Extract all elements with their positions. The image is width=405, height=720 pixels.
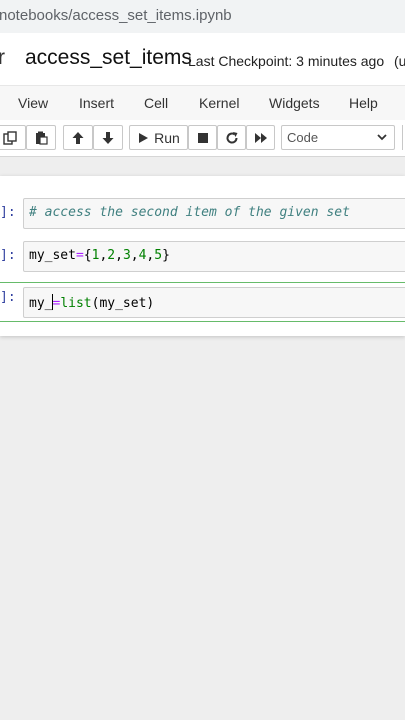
- jupyter-logo-fragment[interactable]: r: [0, 46, 5, 70]
- cell-input[interactable]: # access the second item of the given se…: [23, 198, 405, 229]
- code-token-comma: ,: [115, 248, 123, 263]
- stop-icon: [197, 132, 208, 143]
- run-label: Run: [154, 129, 180, 146]
- code-token-comma: ,: [130, 248, 139, 263]
- notebook-name[interactable]: access_set_items: [25, 46, 192, 70]
- code-token-operator: =: [75, 248, 84, 263]
- restart-icon: [226, 131, 238, 144]
- cell-type-value: Code: [287, 130, 319, 145]
- paste-button[interactable]: [26, 125, 56, 150]
- fast-forward-icon: [254, 132, 267, 143]
- address-bar[interactable]: notebooks/access_set_items.ipynb: [0, 0, 405, 33]
- code-token-brace: }: [162, 248, 170, 263]
- menu-kernel[interactable]: Kernel: [199, 95, 239, 111]
- arrow-down-icon: [102, 131, 114, 144]
- copy-icon: [3, 130, 17, 145]
- move-down-button[interactable]: [93, 125, 123, 150]
- arrow-up-icon: [72, 131, 84, 144]
- checkpoint-status: Last Checkpoint: 3 minutes ago (un: [188, 53, 405, 69]
- interrupt-button[interactable]: [188, 125, 217, 150]
- checkpoint-text: Last Checkpoint: 3 minutes ago: [188, 53, 385, 69]
- toolbar: Run Code: [0, 120, 405, 157]
- menu-help[interactable]: Help: [349, 95, 378, 111]
- cell-prompt: ]:: [0, 205, 16, 220]
- run-all-button[interactable]: [246, 125, 275, 150]
- cell-type-select[interactable]: Code: [281, 125, 395, 150]
- menu-bar: View Insert Cell Kernel Widgets Help: [0, 85, 405, 121]
- code-token-name: my_set: [29, 248, 76, 263]
- paste-icon: [36, 131, 48, 145]
- move-up-button[interactable]: [63, 125, 93, 150]
- selected-cell[interactable]: ]: my_=list(my_set): [0, 282, 405, 322]
- autosave-status: (un: [394, 53, 405, 69]
- run-button[interactable]: Run: [129, 125, 188, 150]
- code-line: my_set={1,2,3,4,5}: [29, 248, 170, 263]
- menu-cell[interactable]: Cell: [144, 95, 168, 111]
- code-token-number: 5: [154, 248, 163, 263]
- code-token-number: 2: [107, 248, 116, 263]
- code-cell[interactable]: ]: # access the second item of the given…: [0, 198, 405, 238]
- url-text: notebooks/access_set_items.ipynb: [0, 7, 232, 24]
- cell-input[interactable]: my_=list(my_set): [23, 287, 405, 318]
- code-line: my_=list(my_set): [29, 294, 154, 311]
- code-token-args: (my_set): [91, 296, 155, 311]
- chevron-down-icon: [377, 134, 387, 141]
- code-token-number: 3: [122, 248, 131, 263]
- code-token-brace: {: [83, 248, 92, 263]
- menu-widgets[interactable]: Widgets: [269, 95, 320, 111]
- copy-button[interactable]: [0, 125, 26, 150]
- cell-prompt: ]:: [0, 290, 16, 305]
- cell-input[interactable]: my_set={1,2,3,4,5}: [23, 241, 405, 272]
- menu-view[interactable]: View: [18, 95, 48, 111]
- menu-insert[interactable]: Insert: [79, 95, 114, 111]
- code-comment: # access the second item of the given se…: [29, 205, 350, 220]
- cell-prompt: ]:: [0, 248, 16, 263]
- code-token-name: my_: [29, 296, 53, 311]
- notebook-header: r access_set_items Last Checkpoint: 3 mi…: [0, 33, 405, 85]
- code-cell[interactable]: ]: my_set={1,2,3,4,5}: [0, 241, 405, 281]
- restart-button[interactable]: [217, 125, 246, 150]
- code-token-builtin: list: [60, 296, 92, 311]
- play-icon: [139, 132, 149, 143]
